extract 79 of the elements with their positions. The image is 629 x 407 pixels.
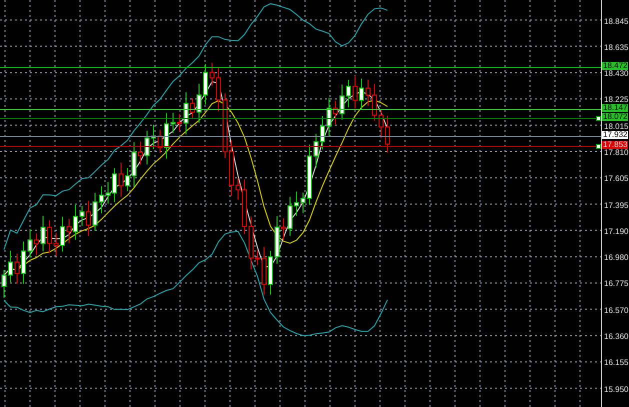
candlestick (106, 182, 110, 204)
candlestick (112, 168, 117, 203)
candlestick (190, 98, 195, 118)
price-axis-label: 17.605 (604, 175, 628, 182)
price-tag: 18.072 (602, 113, 628, 122)
candlestick (138, 141, 143, 165)
candlestick (47, 220, 52, 254)
candlestick (314, 133, 318, 168)
candlestick (60, 216, 65, 252)
candlestick (54, 232, 58, 257)
price-axis-label: 17.395 (604, 202, 628, 209)
candlestick (326, 97, 332, 136)
candlestick (177, 114, 182, 132)
price-axis-label: 18.430 (604, 70, 628, 78)
candlestick (66, 218, 72, 244)
candlestick (203, 64, 208, 105)
candlestick (184, 92, 188, 135)
candlestick (80, 205, 84, 226)
price-tag: 17.932 (602, 131, 628, 140)
candlestick (340, 84, 344, 120)
price-tag: 18.472 (602, 62, 628, 70)
candlestick (14, 253, 20, 284)
price-axis-label: 16.570 (604, 306, 628, 314)
candlestick (210, 62, 214, 86)
price-axis-label: 18.015 (604, 122, 628, 130)
candlestick (21, 241, 26, 284)
candlestick (352, 75, 358, 109)
candlestick (73, 204, 78, 240)
candlestick (274, 216, 280, 264)
candlestick (255, 250, 260, 266)
price-axis-label: 17.810 (604, 148, 628, 156)
candlestick (118, 162, 124, 198)
price-axis-label: 15.950 (604, 386, 628, 393)
price-axis-label: 18.225 (604, 96, 628, 104)
candlestick (300, 192, 306, 214)
price-tag: 17.853 (602, 141, 628, 150)
candlestick (359, 78, 364, 110)
candlestick (170, 112, 176, 134)
candlestick (294, 191, 299, 216)
candlestick (132, 142, 136, 188)
price-axis-label: 16.775 (604, 280, 628, 288)
candlestick (229, 140, 234, 196)
price-axis-label: 16.980 (604, 254, 628, 262)
candlestick (281, 218, 286, 241)
candlestick (34, 232, 39, 256)
candlestick (242, 178, 247, 234)
candlestick (248, 216, 254, 270)
candlestick (346, 79, 351, 108)
candlestick (92, 192, 98, 232)
price-axis-label: 16.360 (604, 333, 628, 340)
candlestick (333, 100, 338, 125)
candlestick (385, 115, 390, 154)
price-axis-label: 18.845 (604, 18, 628, 24)
candlestick (8, 250, 13, 283)
candlestick (151, 124, 156, 150)
candlestick (268, 250, 273, 296)
candlestick (196, 83, 202, 124)
price-axis-label: 16.155 (604, 359, 628, 366)
candlestick (40, 215, 46, 252)
candlestick (378, 109, 384, 139)
price-axis-label: 18.635 (604, 44, 628, 51)
candlestick (216, 66, 221, 112)
candlestick (144, 130, 150, 165)
candlestick (164, 112, 169, 160)
candlestick (366, 79, 370, 106)
candlestick (86, 200, 91, 236)
candlestick (307, 144, 312, 206)
candlestick (99, 186, 104, 214)
candlestick (288, 196, 292, 236)
candlestick (372, 83, 377, 122)
candlestick (125, 168, 130, 192)
candlestick (28, 228, 32, 258)
candlestick (222, 92, 228, 158)
candlestick (236, 178, 240, 200)
candlestick (262, 246, 266, 296)
price-tag: 18.147 (602, 104, 628, 112)
price-axis-label: 17.190 (604, 228, 628, 235)
candlestick (320, 116, 325, 150)
candlestick (2, 269, 6, 298)
